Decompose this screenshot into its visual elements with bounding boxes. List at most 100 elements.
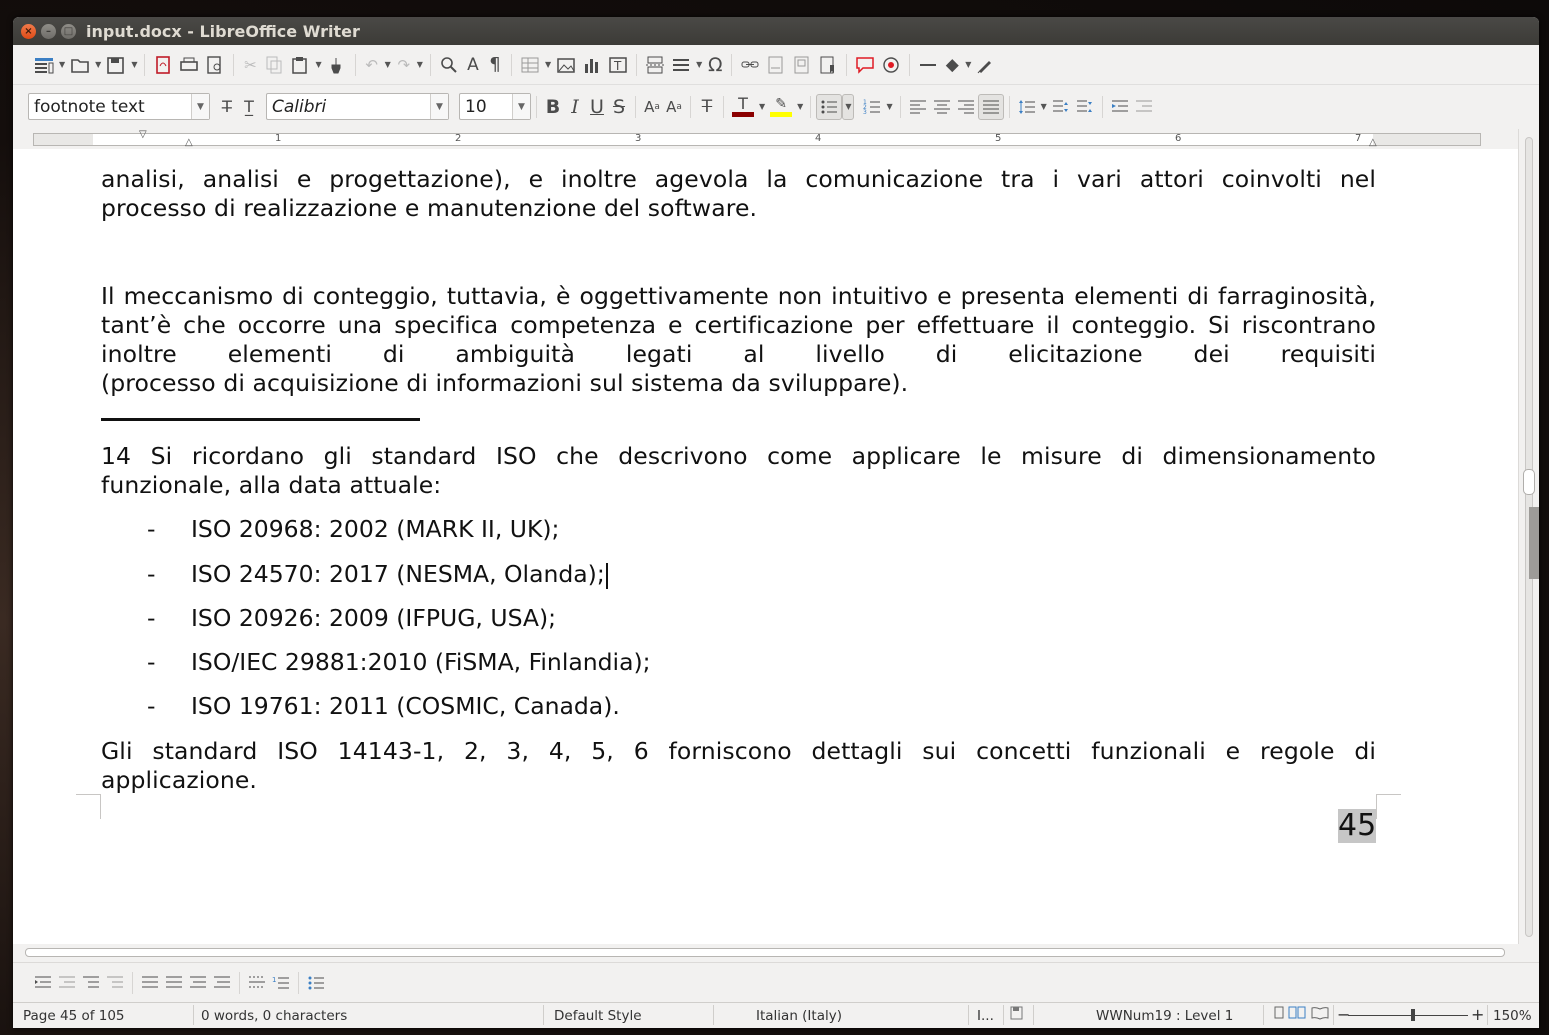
print-icon[interactable]: [176, 52, 202, 78]
decrease-indent-icon[interactable]: [1132, 94, 1156, 120]
shapes-icon[interactable]: ◆: [941, 52, 963, 78]
chevron-down-icon[interactable]: ▼: [795, 94, 805, 120]
subscript-icon[interactable]: Aa: [663, 94, 685, 120]
chevron-down-icon[interactable]: ▼: [383, 52, 393, 78]
insert-mode[interactable]: I...: [977, 1008, 994, 1024]
zoom-slider-track[interactable]: [1348, 1015, 1468, 1016]
single-page-view-icon[interactable]: [1273, 1006, 1285, 1024]
chevron-down-icon[interactable]: ▼: [512, 94, 530, 119]
bookmark-icon[interactable]: [815, 52, 841, 78]
font-size-combo[interactable]: 10 ▼: [459, 93, 531, 120]
chevron-down-icon[interactable]: ▼: [313, 52, 323, 78]
vertical-scroll-thumb[interactable]: [1523, 469, 1535, 495]
draw-icon[interactable]: [973, 52, 999, 78]
clone-formatting-icon[interactable]: [324, 52, 350, 78]
strikethrough-button[interactable]: S: [608, 94, 630, 120]
superscript-icon[interactable]: Aa: [641, 94, 663, 120]
promote-outline-icon[interactable]: [55, 970, 79, 996]
chevron-down-icon[interactable]: ▼: [543, 52, 553, 78]
align-center-icon[interactable]: [930, 94, 954, 120]
page-style[interactable]: Default Style: [554, 1008, 642, 1024]
cut-icon[interactable]: ✂: [239, 52, 261, 78]
track-changes-icon[interactable]: [878, 52, 904, 78]
unordered-list-icon[interactable]: [816, 93, 843, 120]
undo-icon[interactable]: ↶: [361, 52, 383, 78]
spelling-icon[interactable]: A: [462, 52, 484, 78]
line-icon[interactable]: [915, 52, 941, 78]
update-style-icon[interactable]: T̶: [216, 94, 238, 120]
page-break-icon[interactable]: [642, 52, 668, 78]
zoom-level[interactable]: 150%: [1493, 1008, 1532, 1024]
align-left-icon[interactable]: [906, 94, 930, 120]
zoom-in-button[interactable]: +: [1471, 1005, 1484, 1024]
open-icon[interactable]: [67, 52, 93, 78]
chevron-down-icon[interactable]: ▼: [1039, 94, 1049, 120]
new-style-icon[interactable]: T̲: [238, 94, 260, 120]
move-item-up-icon[interactable]: [138, 970, 162, 996]
ordered-list-icon[interactable]: 123: [860, 94, 884, 120]
insert-unnumbered-entry-icon[interactable]: [245, 970, 269, 996]
align-justify-icon[interactable]: [977, 93, 1004, 120]
minimize-button[interactable]: –: [41, 24, 56, 39]
list-level[interactable]: WWNum19 : Level 1: [1096, 1008, 1233, 1024]
document-area[interactable]: analisi, analisi e progettazione), e ino…: [13, 149, 1518, 944]
underline-button[interactable]: U: [586, 94, 608, 120]
export-pdf-icon[interactable]: [150, 52, 176, 78]
chevron-down-icon[interactable]: ▼: [57, 52, 67, 78]
endnote-icon[interactable]: [789, 52, 815, 78]
left-indent-marker[interactable]: △: [185, 137, 193, 148]
horizontal-ruler[interactable]: 1 2 3 4 5 6 7 ▽ △ △: [13, 129, 1510, 149]
restart-numbering-icon[interactable]: 1: [269, 970, 293, 996]
chevron-down-icon[interactable]: ▼: [757, 94, 767, 120]
close-button[interactable]: ×: [21, 24, 36, 39]
decrease-paragraph-spacing-icon[interactable]: [1073, 94, 1097, 120]
zoom-slider-knob[interactable]: [1411, 1009, 1415, 1021]
save-icon[interactable]: [103, 52, 129, 78]
chevron-down-icon[interactable]: ▼: [842, 93, 855, 120]
chevron-down-icon[interactable]: ▼: [963, 52, 973, 78]
clear-formatting-icon[interactable]: T: [696, 94, 718, 120]
print-preview-icon[interactable]: [202, 52, 228, 78]
paragraph-style-combo[interactable]: footnote text ▼: [28, 93, 210, 120]
move-item-down-with-subpoints-icon[interactable]: [210, 970, 234, 996]
formatting-marks-icon[interactable]: ¶: [484, 52, 506, 78]
promote-with-subpoints-icon[interactable]: [103, 970, 127, 996]
chart-icon[interactable]: [579, 52, 605, 78]
find-replace-icon[interactable]: [436, 52, 462, 78]
highlight-color-icon[interactable]: ✎: [767, 92, 795, 122]
hyperlink-icon[interactable]: [737, 52, 763, 78]
maximize-button[interactable]: □: [61, 24, 76, 39]
footnote-icon[interactable]: [763, 52, 789, 78]
chevron-down-icon[interactable]: ▼: [415, 52, 425, 78]
multi-page-view-icon[interactable]: [1288, 1006, 1308, 1024]
table-icon[interactable]: [517, 52, 543, 78]
page-number-field[interactable]: 45: [1338, 809, 1376, 843]
chevron-down-icon[interactable]: ▼: [129, 52, 139, 78]
horizontal-scrollbar[interactable]: [13, 944, 1518, 960]
demote-outline-icon[interactable]: [31, 970, 55, 996]
increase-paragraph-spacing-icon[interactable]: [1049, 94, 1073, 120]
paste-icon[interactable]: [287, 52, 313, 78]
first-line-indent-marker[interactable]: ▽: [139, 129, 147, 140]
bold-button[interactable]: B: [542, 94, 564, 120]
word-count[interactable]: 0 words, 0 characters: [201, 1008, 347, 1024]
language[interactable]: Italian (Italy): [756, 1008, 842, 1024]
font-color-icon[interactable]: T: [729, 92, 757, 122]
chevron-down-icon[interactable]: ▼: [884, 94, 894, 120]
increase-indent-icon[interactable]: [1108, 94, 1132, 120]
image-icon[interactable]: [553, 52, 579, 78]
document-modified-icon[interactable]: [1010, 1006, 1024, 1024]
copy-icon[interactable]: [261, 52, 287, 78]
move-item-down-icon[interactable]: [162, 970, 186, 996]
italic-button[interactable]: I: [564, 94, 586, 120]
chevron-down-icon[interactable]: ▼: [191, 94, 209, 119]
textbox-icon[interactable]: T: [605, 52, 631, 78]
book-view-icon[interactable]: [1311, 1006, 1329, 1024]
field-icon[interactable]: [668, 52, 694, 78]
line-spacing-icon[interactable]: [1015, 94, 1039, 120]
special-character-icon[interactable]: Ω: [704, 52, 726, 78]
chevron-down-icon[interactable]: ▼: [93, 52, 103, 78]
bullets-and-numbering-icon[interactable]: [304, 970, 328, 996]
font-name-combo[interactable]: Calibri ▼: [266, 93, 449, 120]
sidebar-handle[interactable]: [1529, 507, 1539, 579]
